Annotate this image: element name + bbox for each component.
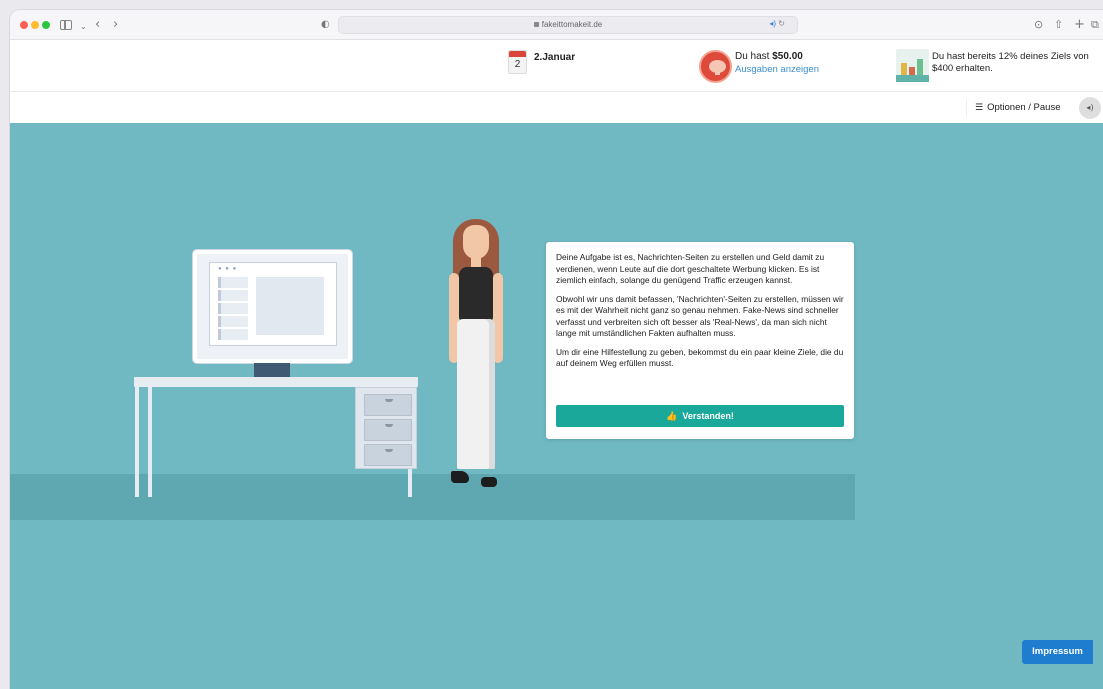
- game-status-header: 2 2.Januar Du hast $50.00 Ausgaben anzei…: [10, 40, 1103, 92]
- calendar-day: 2: [514, 59, 521, 70]
- sound-toggle-button[interactable]: ◂): [1079, 97, 1101, 119]
- dialog-paragraph: Um dir eine Hilfestellung zu geben, beko…: [556, 346, 844, 369]
- show-expenses-link[interactable]: Ausgaben anzeigen: [735, 64, 819, 75]
- impressum-button[interactable]: Impressum: [1022, 640, 1093, 664]
- dialog-paragraph: Obwohl wir uns damit befassen, 'Nachrich…: [556, 293, 844, 339]
- desk-drawers: [355, 387, 417, 469]
- goal-progress-text: Du hast bereits 12% deines Ziels von $40…: [932, 51, 1089, 74]
- audio-playing-icon[interactable]: ◂) ↻: [769, 19, 785, 28]
- options-bar: ☰ Optionen / Pause ◂): [10, 92, 1103, 123]
- current-date: 2.Januar: [534, 52, 576, 63]
- tab-overview-icon[interactable]: ⧉: [1091, 16, 1099, 34]
- reload-icon: ↻: [778, 19, 785, 28]
- intro-dialog: Deine Aufgabe ist es, Nachrichten-Seiten…: [546, 242, 854, 439]
- guide-character-illustration: [435, 213, 515, 503]
- privacy-shield-icon[interactable]: ◐: [321, 16, 330, 34]
- dialog-paragraph: Deine Aufgabe ist es, Nachrichten-Seiten…: [556, 252, 825, 285]
- sidebar-toggle-icon[interactable]: [60, 20, 72, 30]
- money-status: Du hast $50.00: [735, 51, 803, 62]
- url-text: fakeittomakeit.de: [541, 20, 603, 29]
- computer-monitor-illustration: ● ● ●: [193, 250, 352, 363]
- minimize-window-button[interactable]: [31, 21, 39, 29]
- monitor-stand: [254, 363, 290, 377]
- downloads-icon[interactable]: ⊙: [1034, 16, 1043, 34]
- thumbs-up-icon: 👍: [666, 412, 678, 422]
- close-window-button[interactable]: [20, 21, 28, 29]
- calendar-icon: 2: [508, 50, 527, 74]
- chevron-down-icon[interactable]: ⌄: [80, 18, 87, 36]
- desk-illustration: [134, 377, 418, 387]
- goal-progress-icon: [896, 49, 929, 82]
- options-pause-button[interactable]: ☰ Optionen / Pause: [966, 100, 1061, 116]
- browser-toolbar: ⌄ ‹ › ◐ fakeittomakeit.de ◂) ↻ ⊙ ⇧ + ⧉: [10, 10, 1103, 40]
- sliders-icon: ☰: [975, 103, 984, 113]
- zoom-window-button[interactable]: [42, 21, 50, 29]
- game-scene: ● ● ● Deine Aufgabe ist es, Nachrichten-…: [10, 123, 1103, 689]
- forward-icon[interactable]: ›: [113, 16, 118, 34]
- understood-button[interactable]: 👍 Verstanden!: [556, 405, 844, 427]
- back-icon[interactable]: ‹: [95, 16, 100, 34]
- share-icon[interactable]: ⇧: [1054, 16, 1063, 34]
- money-amount: $50.00: [772, 51, 803, 62]
- address-bar[interactable]: fakeittomakeit.de ◂) ↻: [338, 16, 798, 34]
- browser-window: ⌄ ‹ › ◐ fakeittomakeit.de ◂) ↻ ⊙ ⇧ + ⧉ 2…: [10, 10, 1103, 689]
- piggy-bank-icon: [699, 50, 732, 83]
- lock-icon: [533, 22, 539, 27]
- new-tab-icon[interactable]: +: [1074, 16, 1085, 34]
